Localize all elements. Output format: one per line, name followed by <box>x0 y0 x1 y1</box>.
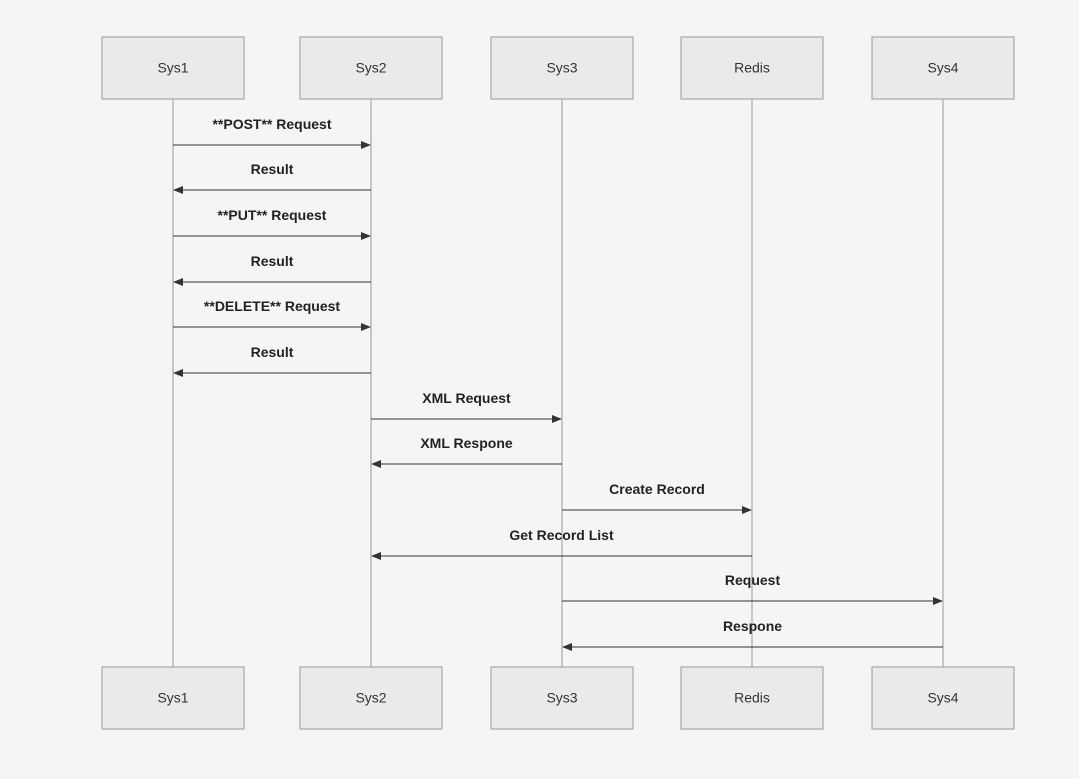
message-m3: **PUT** Request <box>173 207 370 236</box>
message-m9: Create Record <box>562 481 751 510</box>
actor-label: Sys1 <box>157 60 188 76</box>
actor-sys2-top: Sys2 <box>300 37 442 99</box>
message-m4: Result <box>174 253 371 282</box>
message-label: **DELETE** Request <box>204 298 340 314</box>
sequence-diagram: Sys1 Sys2 Sys3 Redis Sys4 Sys1 Sys2 Sys3 Redis S… <box>0 0 1079 779</box>
message-m5: **DELETE** Request <box>173 298 370 327</box>
message-m12: Respone <box>563 618 943 647</box>
message-label: Result <box>251 253 294 269</box>
actor-sys3-bottom: Sys3 <box>491 667 633 729</box>
actor-label: Redis <box>734 690 770 706</box>
message-label: **POST** Request <box>212 116 331 132</box>
actor-sys3-top: Sys3 <box>491 37 633 99</box>
message-label: Get Record List <box>509 527 614 543</box>
actor-redis-bottom: Redis <box>681 667 823 729</box>
actor-sys1-top: Sys1 <box>102 37 244 99</box>
actor-sys4-top: Sys4 <box>872 37 1014 99</box>
actor-sys2-bottom: Sys2 <box>300 667 442 729</box>
message-label: **PUT** Request <box>218 207 327 223</box>
actor-label: Sys2 <box>355 60 386 76</box>
message-label: XML Respone <box>420 435 513 451</box>
message-m2: Result <box>174 161 371 190</box>
message-m7: XML Request <box>371 390 561 419</box>
actor-label: Sys4 <box>927 690 958 706</box>
actor-redis-top: Redis <box>681 37 823 99</box>
actor-label: Sys3 <box>546 690 577 706</box>
message-label: Result <box>251 161 294 177</box>
message-m6: Result <box>174 344 371 373</box>
message-m8: XML Respone <box>372 435 562 464</box>
message-label: Request <box>725 572 781 588</box>
actor-sys1-bottom: Sys1 <box>102 667 244 729</box>
message-label: Create Record <box>609 481 705 497</box>
actor-label: Sys4 <box>927 60 958 76</box>
message-label: Result <box>251 344 294 360</box>
message-label: Respone <box>723 618 782 634</box>
actor-label: Sys1 <box>157 690 188 706</box>
actor-label: Sys3 <box>546 60 577 76</box>
message-label: XML Request <box>422 390 511 406</box>
message-m1: **POST** Request <box>173 116 370 145</box>
actor-sys4-bottom: Sys4 <box>872 667 1014 729</box>
actor-label: Redis <box>734 60 770 76</box>
actor-label: Sys2 <box>355 690 386 706</box>
